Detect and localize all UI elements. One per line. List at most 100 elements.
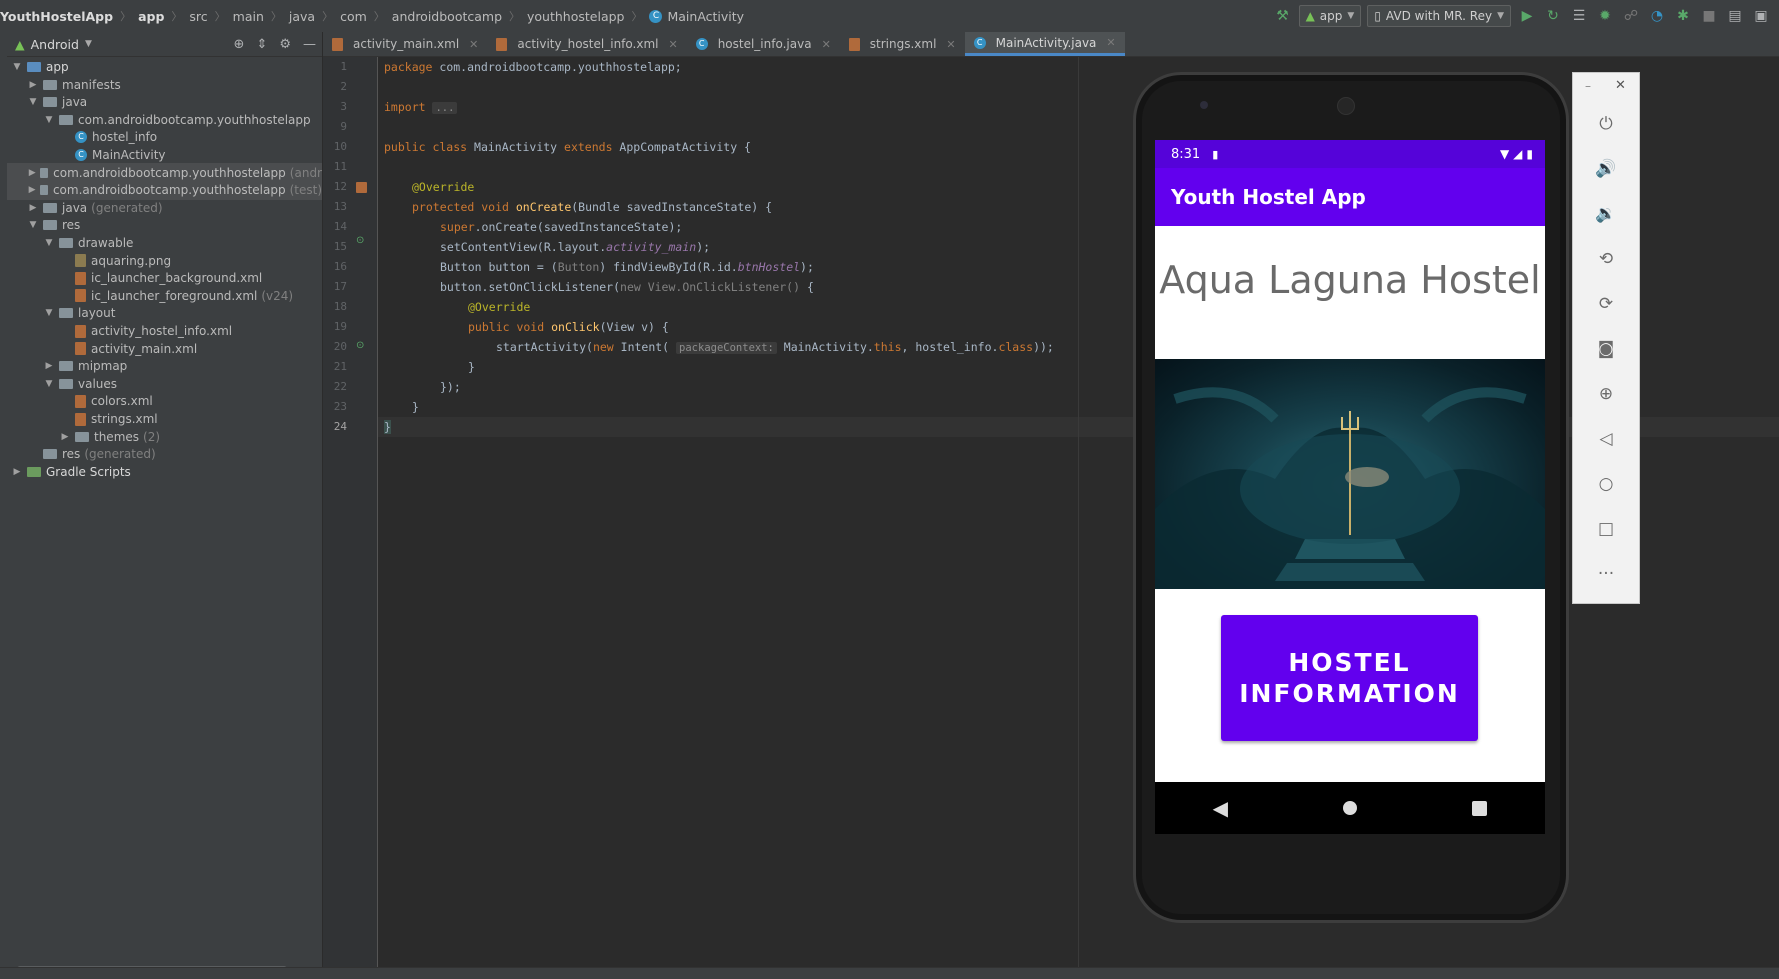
close-icon[interactable]: ✕ (1106, 36, 1115, 49)
code-line-25: } (384, 417, 391, 437)
home-icon[interactable]: ○ (1586, 469, 1626, 499)
apply-code-changes-icon[interactable]: ☰ (1569, 6, 1589, 26)
run-configuration-select[interactable]: ▲ app ▼ (1298, 5, 1362, 27)
close-icon[interactable]: ✕ (1615, 78, 1626, 93)
breadcrumb-project[interactable]: YouthHostelApp (0, 9, 113, 24)
close-icon[interactable]: ✕ (668, 38, 677, 51)
tree-item-suffix: (generated) (84, 447, 156, 462)
close-icon[interactable]: ✕ (946, 38, 955, 51)
zoom-icon[interactable]: ⊕ (1586, 379, 1626, 409)
debug-icon[interactable]: ✹ (1595, 6, 1615, 26)
breadcrumb-androidbootcamp[interactable]: androidbootcamp (392, 9, 502, 24)
keyword: public void (468, 320, 552, 334)
chevron-down-icon[interactable]: ▼ (27, 97, 39, 107)
chevron-right-icon[interactable]: ▶ (43, 361, 55, 371)
sdk-manager-icon[interactable]: ▣ (1751, 6, 1771, 26)
editor-tab[interactable]: strings.xml ✕ (840, 32, 965, 56)
emulator-screen[interactable]: 8:31 ▮ ▼◢▮ Youth Hostel App Aqua Laguna … (1155, 140, 1545, 834)
chevron-right-icon[interactable]: ▶ (28, 185, 36, 195)
chevron-down-icon[interactable]: ▼ (43, 238, 55, 248)
breadcrumb-java[interactable]: java (289, 9, 315, 24)
hide-icon[interactable]: — (303, 37, 316, 52)
chevron-down-icon[interactable]: ▼ (27, 220, 39, 230)
attach-process-icon[interactable]: ✱ (1673, 6, 1693, 26)
chevron-down-icon[interactable]: ▼ (11, 62, 23, 72)
code-text: (Bundle savedInstanceState) { (571, 200, 773, 214)
attach-debugger-icon[interactable]: ☍ (1621, 6, 1641, 26)
field-ref: btnHostel (737, 260, 801, 274)
breadcrumb-mainactivity[interactable]: MainActivity (667, 9, 744, 24)
camera-icon[interactable]: ◙ (1586, 334, 1626, 364)
chevron-right-icon[interactable]: ▶ (27, 80, 39, 90)
rotate-left-icon[interactable]: ⟲ (1586, 244, 1626, 274)
chevron-right-icon[interactable]: ▶ (29, 168, 36, 178)
more-icon[interactable]: ··· (1586, 559, 1626, 589)
nav-back-icon[interactable]: ◀ (1213, 796, 1228, 820)
chevron-down-icon[interactable]: ▼ (43, 115, 55, 125)
layout-marker-icon[interactable] (356, 182, 367, 193)
back-icon[interactable]: ◁ (1586, 424, 1626, 454)
collapse-all-icon[interactable]: ⇕ (256, 37, 267, 52)
tree-item-label: com.androidbootcamp.youthhostelapp (78, 112, 311, 127)
breadcrumb-youthhostelapp[interactable]: youthhostelapp (527, 9, 624, 24)
close-icon[interactable]: ✕ (822, 38, 831, 51)
editor-tab[interactable]: C MainActivity.java ✕ (964, 32, 1125, 56)
stop-icon[interactable]: ■ (1699, 6, 1719, 26)
package-icon (39, 167, 49, 178)
close-icon[interactable]: ✕ (469, 38, 478, 51)
xml-file-icon (75, 412, 86, 426)
volume-down-icon[interactable]: 🔉 (1586, 199, 1626, 229)
apply-changes-icon[interactable]: ↻ (1543, 6, 1563, 26)
override-marker-icon[interactable]: ⊙ (356, 340, 364, 351)
gear-icon[interactable]: ⚙ (279, 37, 291, 52)
code-text: ); (696, 240, 711, 254)
project-structure-icon[interactable]: ▤ (1725, 6, 1745, 26)
folder-icon (43, 449, 57, 460)
breadcrumb-module[interactable]: app (138, 9, 164, 24)
png-file-icon (75, 254, 86, 268)
volume-up-icon[interactable]: 🔊 (1586, 154, 1626, 184)
build-hammer-icon[interactable]: ⚒ (1273, 6, 1293, 26)
editor-tab[interactable]: activity_main.xml ✕ (323, 32, 487, 56)
breadcrumb-src[interactable]: src (189, 9, 207, 24)
tree-item-label: MainActivity (92, 148, 166, 162)
minimize-icon[interactable]: – (1585, 79, 1591, 93)
rotate-right-icon[interactable]: ⟳ (1586, 289, 1626, 319)
breadcrumb-main[interactable]: main (233, 9, 264, 24)
hostel-information-button[interactable]: HOSTEL INFORMATION (1221, 615, 1478, 741)
chevron-down-icon[interactable]: ▼ (43, 308, 55, 318)
tree-item-label: Gradle Scripts (46, 464, 131, 479)
code-line-19: @Override (468, 297, 530, 317)
power-icon[interactable]: ⏻ (1586, 109, 1626, 139)
project-panel: ▲ Android ▼ ⊕ ⇕ ⚙ — ▼ app ▶ manifests ▼ java ▼… (7, 32, 323, 972)
editor-tab[interactable]: Chostel_info.java ✕ (687, 32, 840, 56)
chevron-down-icon[interactable]: ▼ (43, 379, 55, 389)
status-time: 8:31 (1171, 146, 1201, 162)
editor-tab[interactable]: activity_hostel_info.xml ✕ (487, 32, 686, 56)
tree-item-suffix: (v24) (261, 288, 294, 303)
chevron-right-icon[interactable]: ▶ (11, 467, 23, 477)
keyword: public class (384, 140, 475, 154)
code-text: MainActivity. (776, 340, 874, 354)
nav-home-icon[interactable] (1343, 801, 1358, 815)
profile-icon[interactable]: ◔ (1647, 6, 1667, 26)
breadcrumb-com[interactable]: com (340, 9, 367, 24)
editor-gutter: 1 2 3 9 10 11 12 13 14 15 16 17 18 19 20 21 22 23 24 ⊙ ⊙ (323, 57, 378, 967)
tree-item-label: ic_launcher_foreground.xml (91, 288, 258, 303)
line-number: 19 (333, 320, 347, 333)
tree-item[interactable]: ▶ Gradle Scripts (7, 462, 322, 482)
nav-recents-icon[interactable] (1472, 800, 1488, 816)
code-editor[interactable]: package com.androidbootcamp.youthhostela… (378, 57, 1078, 967)
device-select[interactable]: ▯ AVD with MR. Rey ▼ (1367, 5, 1511, 27)
folded-imports[interactable]: ... (432, 102, 458, 114)
run-icon[interactable]: ▶ (1517, 6, 1537, 26)
chevron-right-icon[interactable]: ▶ (59, 432, 71, 442)
locate-icon[interactable]: ⊕ (234, 37, 245, 52)
override-marker-icon[interactable]: ⊙ (356, 235, 364, 246)
project-view-select[interactable]: ▲ Android ▼ (15, 37, 92, 52)
tree-item-label: hostel_info (92, 130, 158, 145)
chevron-right-icon[interactable]: ▶ (27, 203, 39, 213)
editor-tab-label: activity_main.xml (353, 37, 460, 51)
chevron-down-icon: ▼ (1347, 11, 1355, 21)
overview-icon[interactable]: □ (1586, 514, 1626, 544)
